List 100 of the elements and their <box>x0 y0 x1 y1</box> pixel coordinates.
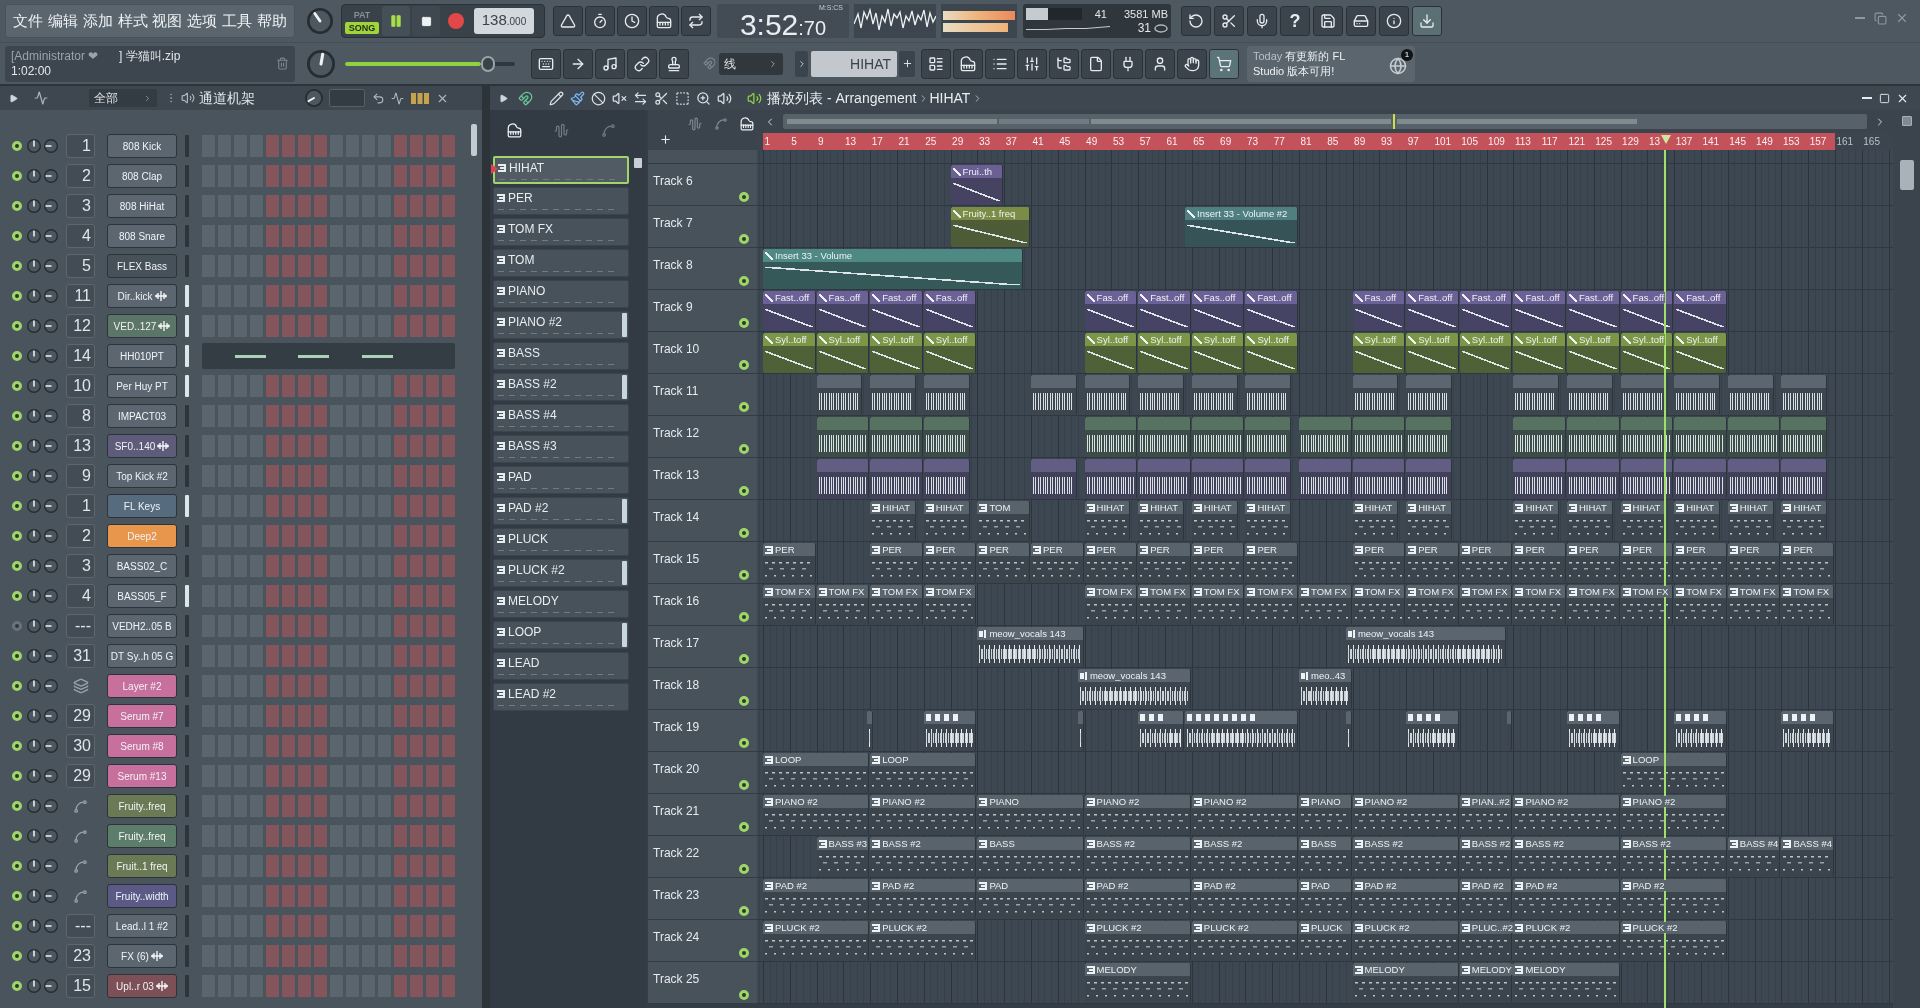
pan-knob[interactable] <box>27 139 41 153</box>
volume-knob[interactable] <box>44 889 58 903</box>
mixer-track-field[interactable]: 29 <box>66 764 95 788</box>
pattern-clip[interactable]: PER <box>1352 543 1406 583</box>
pattern-clip[interactable] <box>1406 459 1453 499</box>
pattern-clip[interactable]: HIHAT <box>923 501 970 541</box>
track-led[interactable] <box>739 822 749 832</box>
pattern-clip[interactable] <box>1567 459 1620 499</box>
volume-knob[interactable] <box>44 439 58 453</box>
channel-led[interactable] <box>12 201 22 211</box>
mixer-track-field[interactable]: 5 <box>66 254 95 278</box>
channel-led[interactable] <box>12 231 22 241</box>
pattern-clip[interactable] <box>1513 375 1560 415</box>
channel-button[interactable]: FLEX Bass <box>107 254 177 278</box>
pattern-clip[interactable]: LOOP <box>1620 753 1727 793</box>
mixer-button[interactable] <box>1017 48 1047 79</box>
plugin-button[interactable] <box>1113 48 1143 79</box>
pattern-clip[interactable] <box>1727 375 1774 415</box>
pattern-clip[interactable]: PER <box>1567 543 1620 583</box>
pattern-clip[interactable]: BASS #4 <box>1727 837 1781 877</box>
pan-knob[interactable] <box>27 589 41 603</box>
pattern-clip[interactable]: PLUCK #2 <box>1352 921 1459 961</box>
audio-clip[interactable] <box>923 711 977 751</box>
pattern-clip[interactable]: PER <box>1727 543 1781 583</box>
pattern-item[interactable]: PAD <box>493 466 629 494</box>
pattern-clip[interactable] <box>1352 375 1399 415</box>
automation-clip[interactable]: Syl..toff <box>763 333 816 373</box>
mixer-track-field[interactable]: 14 <box>66 344 95 368</box>
volume-knob[interactable] <box>44 499 58 513</box>
pattern-clip[interactable]: PAD #2 <box>1459 879 1513 919</box>
mixer-track-field[interactable]: 1 <box>66 494 95 518</box>
pattern-clip[interactable]: PER <box>1138 543 1191 583</box>
pattern-item[interactable]: PAD #2 <box>493 497 629 525</box>
mixer-track-field[interactable]: 8 <box>66 404 95 428</box>
pattern-clip[interactable] <box>923 459 970 499</box>
pattern-clip[interactable]: BASS #2 <box>870 837 977 877</box>
pan-knob[interactable] <box>27 709 41 723</box>
pattern-item[interactable]: PLUCK #2 <box>493 559 629 587</box>
save-as-button[interactable] <box>1346 6 1376 36</box>
menu-item[interactable]: 添加 <box>82 11 113 31</box>
track-led[interactable] <box>739 192 749 202</box>
pattern-clip[interactable]: TOM FX <box>870 585 923 625</box>
track-led[interactable] <box>739 864 749 874</box>
pan-knob[interactable] <box>27 919 41 933</box>
pattern-clip[interactable]: MELODY <box>1459 963 1513 1003</box>
pattern-clip[interactable]: HIHAT <box>1352 501 1399 541</box>
track-header[interactable]: Track 7 <box>648 206 757 248</box>
pattern-clip[interactable]: TOM FX <box>1406 585 1459 625</box>
pattern-clip[interactable]: PER <box>1459 543 1513 583</box>
help-button[interactable]: ? <box>1280 6 1310 36</box>
automation-clip[interactable]: Insert 33 - Volume #2 <box>1185 207 1298 247</box>
pattern-clip[interactable]: PER <box>763 543 816 583</box>
pattern-clip[interactable]: PLUCK #2 <box>1513 921 1620 961</box>
mode-toggle[interactable]: PAT <box>345 8 379 21</box>
track-led[interactable] <box>739 276 749 286</box>
pattern-clip[interactable] <box>923 417 970 457</box>
pattern-clip[interactable]: TOM FX <box>923 585 977 625</box>
pattern-item[interactable]: HIHAT <box>493 156 629 184</box>
timeline-ruler[interactable]: 1 5 9 13 17 21 25 29 33 37 41 45 49 53 57 61 65 69 73 77 81 85 89 93 97 101 105 109 113 117 121 125 129 13 137 141 145 149 153 157 161 165 <box>757 133 1893 150</box>
pattern-clip[interactable] <box>1084 417 1138 457</box>
pattern-clip[interactable] <box>1567 375 1613 415</box>
audio-clip[interactable] <box>1674 711 1727 751</box>
pattern-clip[interactable] <box>1352 417 1406 457</box>
song-overview-scrollbar[interactable] <box>783 114 1867 129</box>
piano-roll-preview[interactable] <box>202 343 455 369</box>
pattern-clip[interactable]: PER <box>1191 543 1245 583</box>
pan-knob[interactable] <box>27 379 41 393</box>
pattern-clip[interactable]: PAD #2 <box>763 879 870 919</box>
mixer-track-field[interactable]: 10 <box>66 374 95 398</box>
automation-clip[interactable]: Syl..toff <box>816 333 870 373</box>
automation-clip[interactable]: Fast..off <box>763 291 816 331</box>
automation-clip[interactable]: Fruity..1 freq <box>950 207 1030 247</box>
pattern-item[interactable]: BASS #2 <box>493 373 629 401</box>
track-header[interactable]: Track 15 <box>648 542 757 584</box>
channel-led[interactable] <box>12 441 22 451</box>
track-led[interactable] <box>739 738 749 748</box>
pattern-clip[interactable]: PER <box>1084 543 1138 583</box>
playhead-marker-icon[interactable] <box>1661 135 1672 144</box>
wait-input-button[interactable] <box>585 6 615 36</box>
pan-knob[interactable] <box>27 259 41 273</box>
pattern-clip[interactable]: MELODY <box>1084 963 1191 1003</box>
mixer-track-field[interactable]: 4 <box>66 224 95 248</box>
pattern-clip[interactable]: PER <box>1245 543 1298 583</box>
slider-handle[interactable] <box>480 55 495 72</box>
hand-button[interactable] <box>1177 48 1207 79</box>
pattern-item[interactable]: BASS #4 <box>493 404 629 432</box>
channel-led[interactable] <box>12 531 22 541</box>
pan-knob[interactable] <box>27 559 41 573</box>
automation-clip[interactable]: Fas..off <box>1191 291 1245 331</box>
mixer-track-field[interactable]: 3 <box>66 554 95 578</box>
channel-button[interactable]: 808 Snare <box>107 224 177 248</box>
pattern-item[interactable]: LEAD <box>493 652 629 680</box>
channel-button[interactable]: Top Kick #2 <box>107 464 177 488</box>
track-header[interactable]: Track 17 <box>648 626 757 668</box>
pattern-clip[interactable]: HIHAT <box>1620 501 1667 541</box>
channel-led[interactable] <box>12 501 22 511</box>
pattern-clip[interactable]: TOM FX <box>1620 585 1674 625</box>
pattern-clip[interactable]: PIANO #2 <box>1191 795 1298 835</box>
pattern-clip[interactable]: TOM FX <box>1513 585 1566 625</box>
pattern-clip[interactable] <box>923 375 970 415</box>
